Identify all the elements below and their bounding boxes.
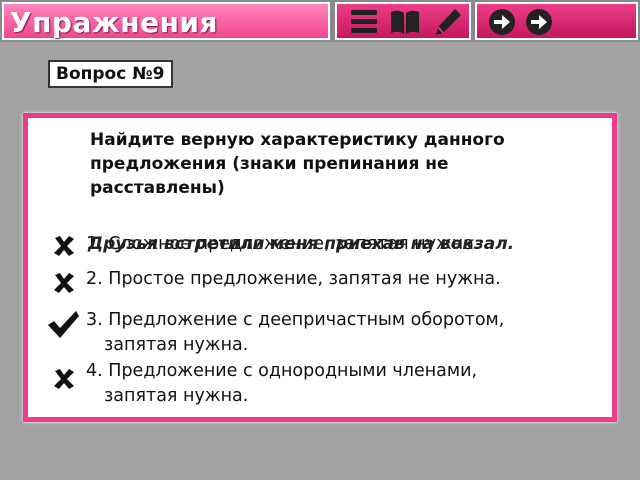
answer-text: Предложение с однородными членами,	[108, 361, 478, 381]
question-number: Вопрос №9	[48, 60, 173, 88]
check-icon[interactable]	[46, 309, 80, 339]
answer-option-3[interactable]: 3. Предложение с деепричастным оборотом,…	[86, 308, 504, 358]
menu-icon[interactable]	[349, 7, 379, 37]
answer-text: Простое предложение, запятая не нужна.	[108, 269, 501, 289]
answer-option-4[interactable]: 4. Предложение с однородными членами, за…	[86, 359, 477, 409]
answer-text: Предложение с деепричастным оборотом,	[108, 310, 505, 330]
exercise-sentence: Друзья встретили меня приехав на вокзал.	[88, 234, 515, 254]
navigation-bar	[475, 2, 638, 40]
top-bar: Упражнения	[0, 0, 640, 42]
question-prompt: Найдите верную характеристику данного пр…	[90, 130, 505, 198]
answer-number: 2.	[86, 269, 103, 289]
answer-text-continued: запятая нужна.	[104, 335, 249, 355]
next-arrow-icon[interactable]	[524, 7, 554, 37]
book-icon[interactable]	[389, 7, 421, 37]
section-title: Упражнения	[10, 6, 219, 39]
cross-icon[interactable]	[52, 234, 76, 258]
cross-icon[interactable]	[52, 271, 76, 295]
answer-option-2[interactable]: 2. Простое предложение, запятая не нужна…	[86, 267, 501, 292]
next-arrow-icon[interactable]	[487, 7, 517, 37]
answer-number: 4.	[86, 361, 103, 381]
answer-number: 3.	[86, 310, 103, 330]
section-title-box: Упражнения	[2, 2, 330, 40]
answer-text-continued: запятая нужна.	[104, 386, 249, 406]
pencil-icon[interactable]	[431, 7, 463, 37]
cross-icon[interactable]	[52, 367, 76, 391]
toolbar	[335, 2, 471, 40]
